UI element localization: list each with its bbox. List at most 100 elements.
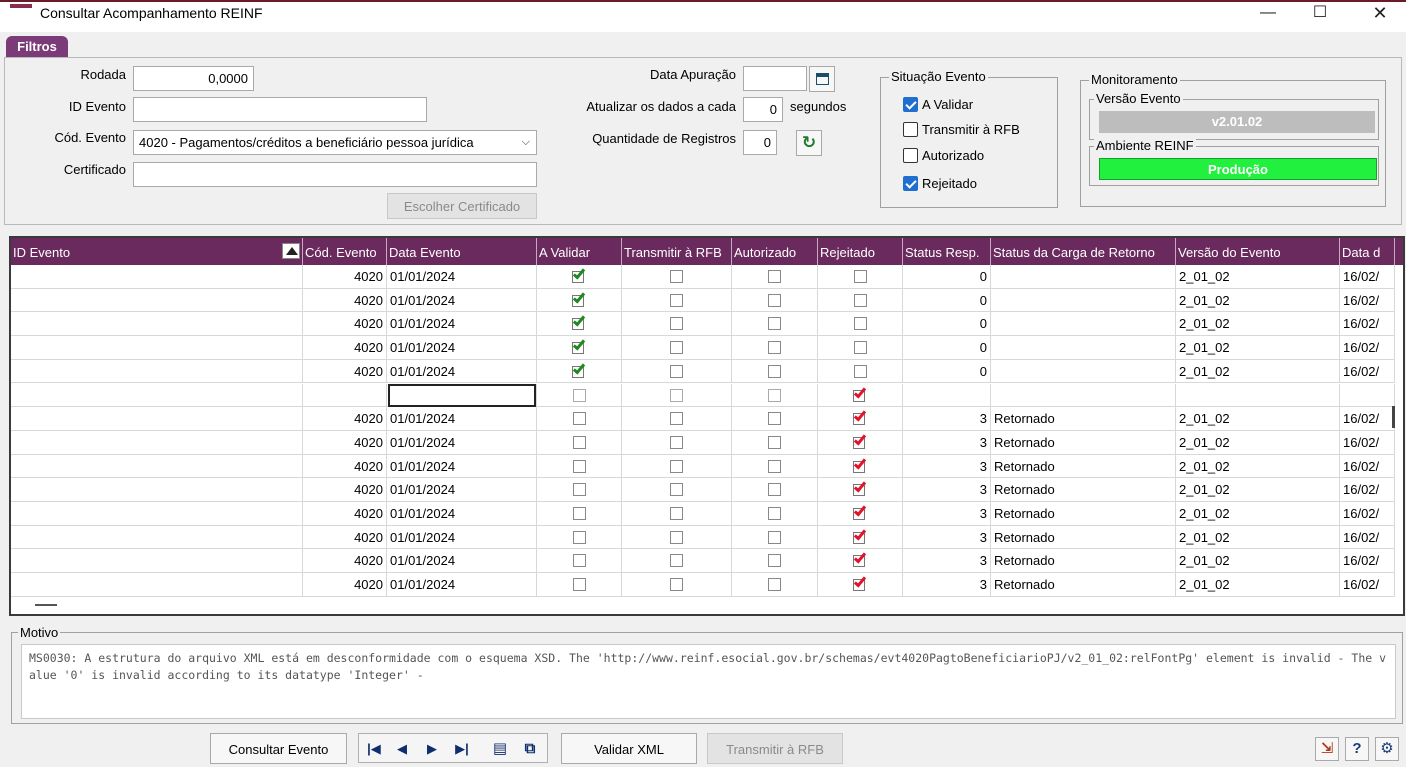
col-header-a-validar[interactable]: A Validar (537, 238, 622, 265)
cell-rejeitado[interactable] (818, 312, 903, 336)
cell-autorizado[interactable] (732, 525, 818, 549)
table-row[interactable]: 4020 01/01/2024 0 2_01_02 16/02/ (11, 336, 1395, 360)
previous-record-icon[interactable]: ◀ (389, 737, 415, 761)
cell-autorizado[interactable] (732, 265, 818, 288)
unchecked-checkbox-icon[interactable] (670, 388, 683, 402)
cell-transmitir-rfb[interactable] (622, 573, 732, 596)
cell-autorizado[interactable] (732, 454, 818, 478)
cell-autorizado[interactable] (732, 359, 818, 383)
unchecked-checkbox-icon[interactable] (768, 317, 781, 331)
checked-checkbox-icon[interactable] (571, 290, 587, 308)
unchecked-checkbox-icon[interactable] (670, 412, 683, 426)
close-button[interactable]: ✕ (1357, 2, 1403, 30)
cell-rejeitado[interactable] (818, 454, 903, 478)
minimize-button[interactable]: — (1245, 2, 1291, 30)
cell-autorizado[interactable] (732, 573, 818, 596)
unchecked-checkbox-icon[interactable] (572, 412, 586, 426)
atualizar-field[interactable]: 0 (743, 97, 783, 122)
cell-rejeitado[interactable] (818, 407, 903, 430)
cell-autorizado[interactable] (732, 312, 818, 336)
cell-transmitir-rfb[interactable] (622, 525, 732, 549)
col-header-rejeitado[interactable]: Rejeitado (818, 238, 903, 265)
motivo-text[interactable]: MS0030: A estrutura do arquivo XML está … (21, 644, 1396, 719)
rodada-field[interactable]: 0,0000 (133, 66, 254, 91)
unchecked-checkbox-icon[interactable] (572, 554, 586, 568)
col-header-versao-evento[interactable]: Versão do Evento (1176, 238, 1340, 265)
cell-a-validar[interactable] (537, 383, 622, 407)
unchecked-checkbox-icon[interactable] (670, 341, 683, 355)
cell-a-validar[interactable] (537, 549, 622, 573)
table-row[interactable]: 4020 01/01/2024 3 Retornado 2_01_02 16/02/ (11, 407, 1395, 431)
cell-rejeitado[interactable] (818, 478, 903, 501)
cell-a-validar[interactable] (537, 502, 622, 525)
checkbox-transmitir-rfb[interactable]: Transmitir à RFB (903, 122, 1020, 137)
unchecked-checkbox-icon[interactable] (670, 530, 683, 544)
unchecked-checkbox-icon[interactable] (768, 270, 781, 283)
cell-rejeitado[interactable] (818, 383, 903, 407)
cell-transmitir-rfb[interactable] (622, 454, 732, 478)
cell-a-validar[interactable] (537, 359, 622, 383)
cell-transmitir-rfb[interactable] (622, 312, 732, 336)
unchecked-checkbox-icon[interactable] (670, 270, 683, 283)
table-row[interactable]: 4020 01/01/2024 3 Retornado 2_01_02 16/02/ (11, 573, 1395, 597)
checked-checkbox-icon[interactable] (852, 384, 868, 403)
unchecked-checkbox-icon[interactable] (853, 364, 867, 378)
table-row[interactable]: 4020 01/01/2024 3 Retornado 2_01_02 16/02/ (11, 430, 1395, 455)
checkbox-box[interactable] (903, 176, 918, 191)
cell-transmitir-rfb[interactable] (622, 359, 732, 383)
cell-transmitir-rfb[interactable] (622, 502, 732, 525)
unchecked-checkbox-icon[interactable] (853, 293, 867, 307)
unchecked-checkbox-icon[interactable] (572, 507, 586, 520)
unchecked-checkbox-icon[interactable] (768, 341, 781, 355)
validar-xml-button[interactable]: Validar XML (561, 733, 697, 764)
cell-autorizado[interactable] (732, 288, 818, 312)
cell-a-validar[interactable] (537, 430, 622, 454)
cell-transmitir-rfb[interactable] (622, 407, 732, 430)
checked-checkbox-icon[interactable] (852, 574, 868, 592)
cell-rejeitado[interactable] (818, 336, 903, 359)
cell-autorizado[interactable] (732, 336, 818, 359)
checked-checkbox-icon[interactable] (852, 550, 868, 568)
unchecked-checkbox-icon[interactable] (768, 530, 781, 544)
checked-checkbox-icon[interactable] (571, 266, 587, 284)
col-header-status-resp[interactable]: Status Resp. (903, 238, 991, 265)
checked-checkbox-icon[interactable] (852, 503, 868, 521)
table-row[interactable]: 4020 01/01/2024 3 Retornado 2_01_02 16/02/ (11, 502, 1395, 526)
unchecked-checkbox-icon[interactable] (853, 270, 867, 283)
unchecked-checkbox-icon[interactable] (670, 364, 683, 378)
help-icon[interactable]: ? (1345, 737, 1369, 761)
cell-editor[interactable] (388, 383, 536, 407)
unchecked-checkbox-icon[interactable] (572, 483, 586, 497)
calendar-button[interactable] (809, 66, 835, 92)
checked-checkbox-icon[interactable] (852, 456, 868, 474)
unchecked-checkbox-icon[interactable] (572, 530, 586, 544)
cell-a-validar[interactable] (537, 336, 622, 359)
checked-checkbox-icon[interactable] (571, 361, 587, 379)
cell-transmitir-rfb[interactable] (622, 288, 732, 312)
unchecked-checkbox-icon[interactable] (670, 483, 683, 497)
cell-a-validar[interactable] (537, 265, 622, 288)
checked-checkbox-icon[interactable] (852, 432, 868, 450)
checked-checkbox-icon[interactable] (571, 313, 587, 331)
next-record-icon[interactable]: ▶ (419, 737, 445, 761)
cell-a-validar[interactable] (537, 288, 622, 312)
col-header-autorizado[interactable]: Autorizado (732, 238, 818, 265)
cell-autorizado[interactable] (732, 383, 818, 407)
first-record-icon[interactable]: |◀ (361, 737, 387, 761)
unchecked-checkbox-icon[interactable] (768, 578, 781, 592)
last-record-icon[interactable]: ▶| (449, 737, 475, 761)
cell-rejeitado[interactable] (818, 288, 903, 312)
cell-a-validar[interactable] (537, 525, 622, 549)
cell-transmitir-rfb[interactable] (622, 265, 732, 288)
cell-transmitir-rfb[interactable] (622, 478, 732, 501)
form-view-icon[interactable]: ▤ (487, 737, 513, 761)
unchecked-checkbox-icon[interactable] (670, 507, 683, 520)
table-row[interactable] (11, 383, 1395, 408)
unchecked-checkbox-icon[interactable] (670, 459, 683, 473)
cell-a-validar[interactable] (537, 478, 622, 501)
unchecked-checkbox-icon[interactable] (572, 578, 586, 592)
cell-rejeitado[interactable] (818, 525, 903, 549)
cell-rejeitado[interactable] (818, 549, 903, 573)
col-header-data-d[interactable]: Data d (1340, 238, 1395, 265)
unchecked-checkbox-icon[interactable] (768, 554, 781, 568)
